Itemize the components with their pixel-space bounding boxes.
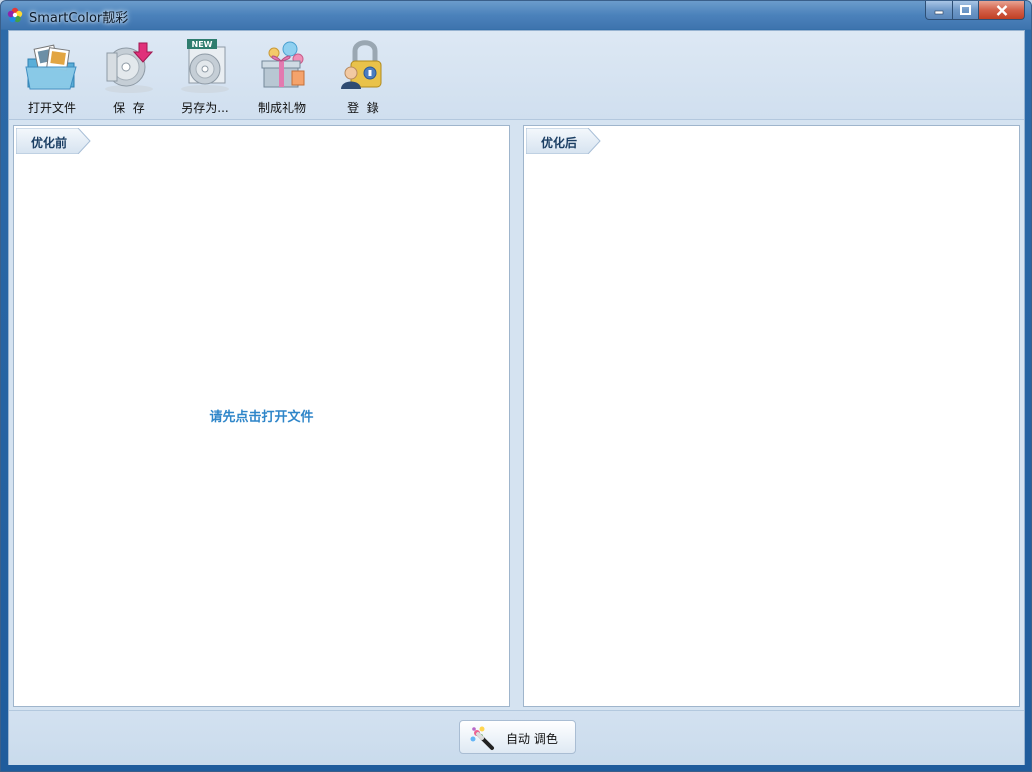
before-panel[interactable]: 优化前 请先点击打开文件 (13, 125, 510, 707)
save-button[interactable]: 保 存 (91, 35, 167, 115)
title-bar[interactable]: SmartColor靓彩 (1, 1, 1031, 29)
make-gift-button[interactable]: 制成礼物 (244, 35, 320, 115)
save-disc-icon (105, 42, 154, 93)
new-badge: NEW (192, 40, 213, 49)
login-label: 登 錄 (347, 101, 379, 115)
minimize-button[interactable] (925, 1, 953, 20)
save-as-label: 另存为... (181, 101, 229, 115)
smartcolor-logo-icon (7, 7, 23, 23)
minimize-icon (934, 10, 944, 15)
open-file-hint: 请先点击打开文件 (209, 410, 314, 425)
login-lock-icon (341, 40, 382, 89)
magic-wand-icon (470, 726, 494, 750)
close-icon (996, 4, 1007, 16)
maximize-icon (960, 5, 971, 15)
gift-icon (261, 41, 305, 88)
maximize-button[interactable] (953, 1, 979, 20)
auto-adjust-button[interactable]: 自动 调色 (459, 720, 576, 754)
app-window: SmartColor靓彩 打开文件 保 存 NEW 另存为... 制成礼物 登 … (0, 0, 1032, 772)
after-tab-label: 优化后 (541, 136, 578, 150)
client-area: 打开文件 保 存 NEW 另存为... 制成礼物 登 錄 优化前 请先点击打开文… (8, 30, 1025, 765)
toolbar: 打开文件 保 存 NEW 另存为... 制成礼物 登 錄 (9, 31, 1024, 120)
after-tab: 优化后 (526, 128, 602, 154)
close-button[interactable] (979, 1, 1025, 20)
after-panel[interactable]: 优化后 (523, 125, 1020, 707)
open-file-label: 打开文件 (27, 101, 76, 115)
open-folder-icon (25, 44, 77, 90)
bottom-bar: 自动 调色 (9, 710, 1024, 765)
login-button[interactable]: 登 錄 (325, 35, 401, 115)
make-gift-label: 制成礼物 (257, 101, 306, 115)
auto-adjust-label: 自动 调色 (506, 732, 558, 746)
save-as-button[interactable]: NEW 另存为... (167, 35, 243, 115)
open-file-button[interactable]: 打开文件 (14, 35, 90, 115)
before-tab-label: 优化前 (31, 136, 68, 150)
before-tab: 优化前 (16, 128, 92, 154)
window-title: SmartColor靓彩 (29, 11, 129, 26)
save-label: 保 存 (113, 101, 145, 115)
window-controls (925, 1, 1025, 21)
save-as-new-icon: NEW (181, 39, 229, 93)
